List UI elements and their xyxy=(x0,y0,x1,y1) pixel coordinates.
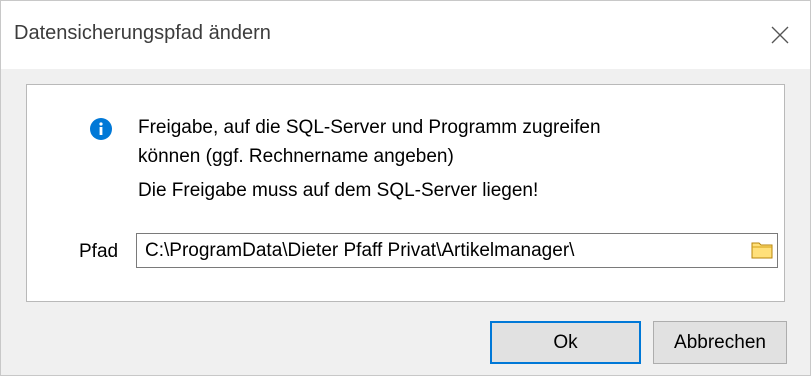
title-bar: Datensicherungspfad ändern xyxy=(1,1,810,69)
content-panel: Freigabe, auf die SQL-Server und Program… xyxy=(26,84,785,302)
browse-folder-button[interactable] xyxy=(749,237,775,263)
path-input-value: C:\ProgramData\Dieter Pfaff Privat\Artik… xyxy=(145,240,575,261)
dialog-window: Datensicherungspfad ändern Freigabe, auf… xyxy=(0,0,811,376)
info-message-line-1: Freigabe, auf die SQL-Server und Program… xyxy=(138,117,601,138)
cancel-button[interactable]: Abbrechen xyxy=(653,321,787,364)
path-label: Pfad xyxy=(79,241,119,262)
folder-icon xyxy=(751,242,773,259)
close-icon xyxy=(771,26,789,44)
window-title: Datensicherungspfad ändern xyxy=(14,22,271,44)
warning-message: Die Freigabe muss auf dem SQL-Server lie… xyxy=(138,180,539,201)
info-message-line-2: können (ggf. Rechnername angeben) xyxy=(138,146,454,167)
close-button[interactable] xyxy=(750,1,810,69)
ok-button[interactable]: Ok xyxy=(490,321,641,364)
info-icon xyxy=(90,118,112,140)
path-input[interactable]: C:\ProgramData\Dieter Pfaff Privat\Artik… xyxy=(136,233,778,268)
